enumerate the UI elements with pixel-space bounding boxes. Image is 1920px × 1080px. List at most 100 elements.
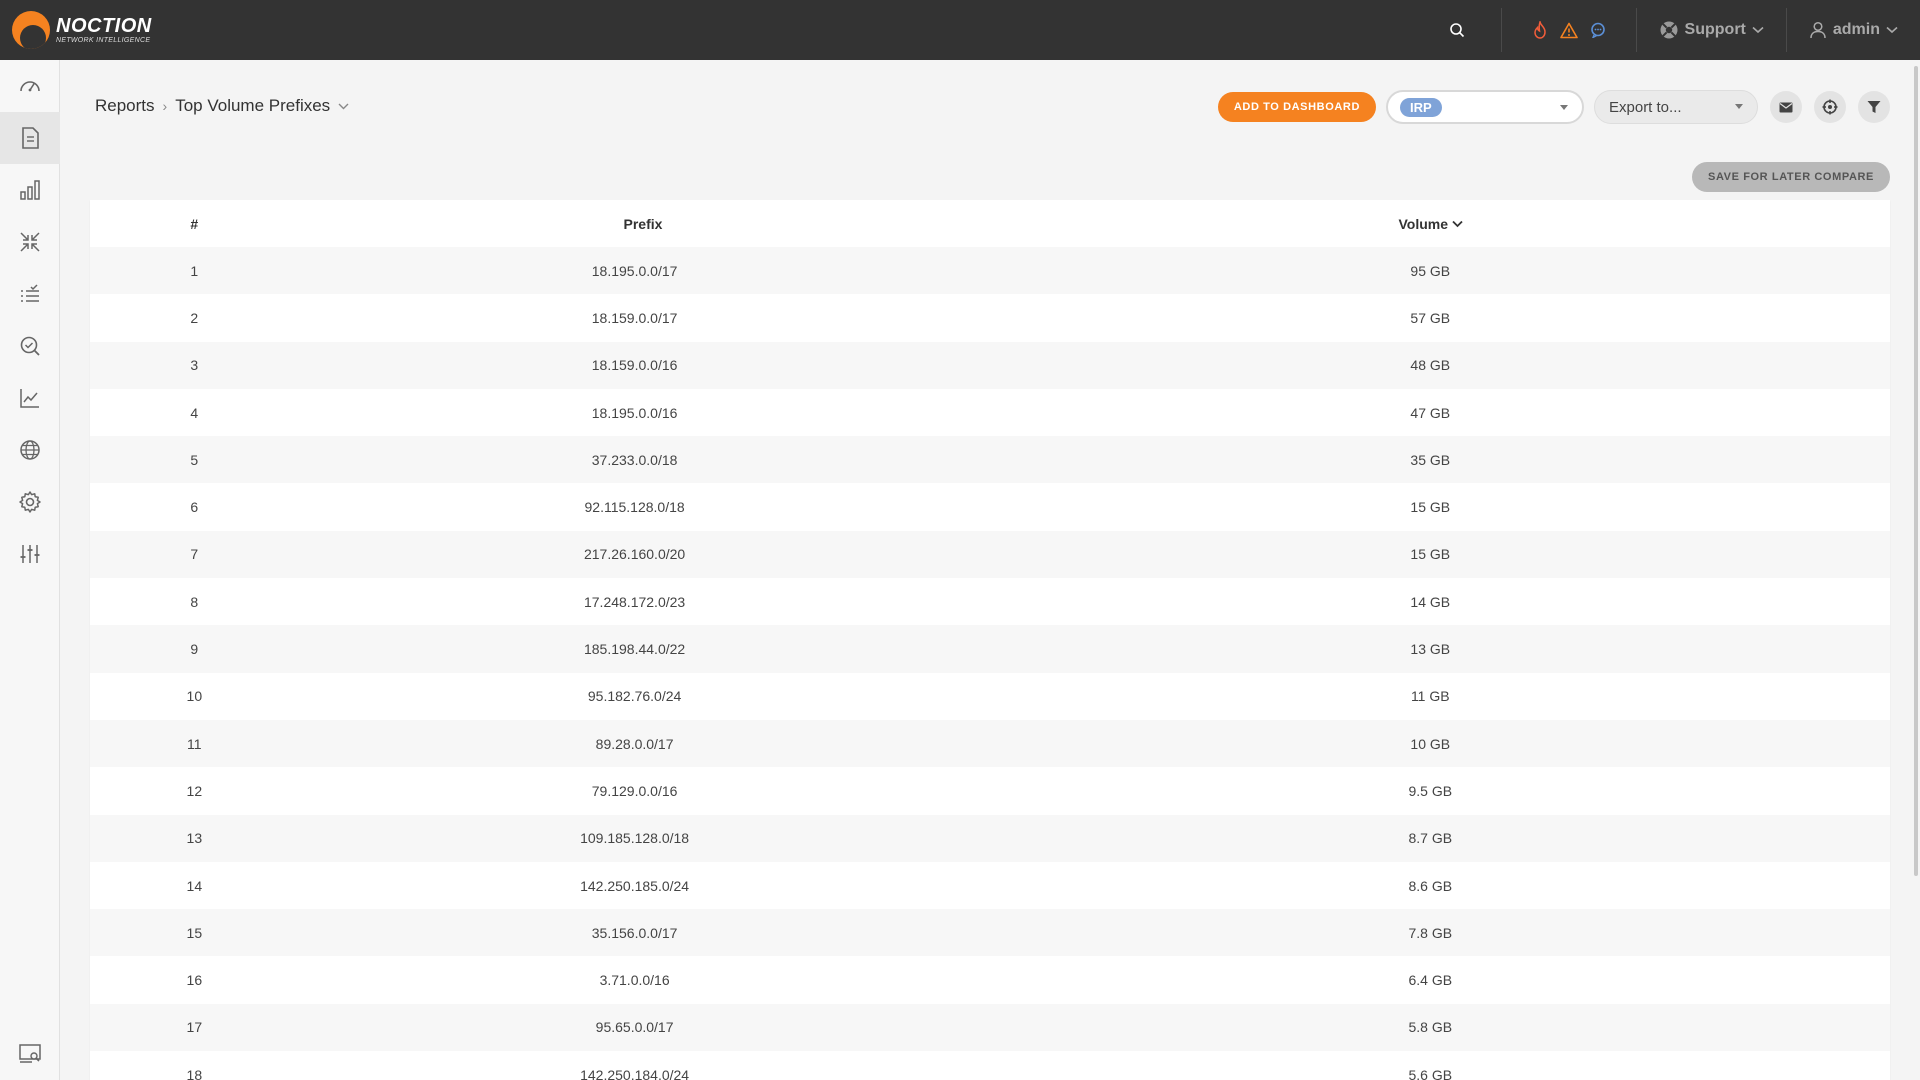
sort-desc-icon: [1452, 220, 1463, 227]
row-volume: 47 GB: [1410, 404, 1451, 421]
row-prefix: 142.250.184.0/24: [580, 1066, 690, 1080]
table-row[interactable]: 2 18.159.0.0/17 57 GB: [90, 294, 1890, 341]
user-icon: [1810, 21, 1826, 39]
row-index: 16: [186, 972, 203, 989]
breadcrumb-separator-icon: ›: [162, 98, 168, 114]
sliders-icon: [20, 545, 40, 563]
sidebar-item-statistics[interactable]: [0, 164, 60, 216]
user-menu[interactable]: admin: [1787, 0, 1920, 60]
row-prefix: 217.26.160.0/20: [583, 546, 686, 563]
row-prefix: 37.233.0.0/18: [591, 451, 678, 468]
report-switcher[interactable]: [338, 103, 349, 110]
add-to-dashboard-button[interactable]: ADD TO DASHBOARD: [1217, 92, 1376, 122]
export-select[interactable]: Export to...: [1594, 90, 1758, 124]
table-row[interactable]: 15 35.156.0.0/17 7.8 GB: [90, 909, 1890, 957]
sidebar-item-dashboard[interactable]: [0, 60, 60, 112]
row-prefix: 89.28.0.0/17: [595, 735, 674, 752]
scrollbar-thumb[interactable]: [1914, 66, 1918, 876]
table-row[interactable]: 13 109.185.128.0/18 8.7 GB: [90, 814, 1890, 862]
page-title: Top Volume Prefixes: [175, 96, 331, 115]
row-prefix: 185.198.44.0/22: [583, 641, 686, 658]
table-row[interactable]: 9 185.198.44.0/22 13 GB: [90, 625, 1890, 673]
sidebar-item-improvements[interactable]: [0, 216, 60, 268]
table-row[interactable]: 1 18.195.0.0/17 95 GB: [90, 247, 1890, 295]
column-header-prefix[interactable]: Prefix: [298, 216, 971, 232]
row-prefix: 79.129.0.0/16: [591, 782, 678, 799]
table-row[interactable]: 10 95.182.76.0/24 11 GB: [90, 673, 1890, 720]
row-prefix: 18.159.0.0/17: [591, 309, 678, 326]
column-header-index[interactable]: #: [90, 216, 298, 232]
chevron-down-icon: [1886, 26, 1898, 34]
table-row[interactable]: 4 18.195.0.0/16 47 GB: [90, 389, 1890, 436]
email-report-button[interactable]: [1770, 91, 1802, 123]
filter-icon: [1867, 101, 1881, 113]
row-volume: 11 GB: [1410, 688, 1450, 705]
table-row[interactable]: 18 142.250.184.0/24 5.6 GB: [90, 1051, 1890, 1080]
speedometer-icon: [20, 81, 40, 92]
sidebar-item-search[interactable]: [0, 320, 60, 372]
user-label: admin: [1832, 21, 1880, 38]
row-prefix: 18.159.0.0/16: [591, 357, 678, 374]
brand-logo[interactable]: NOCTION NETWORK INTELLIGENCE: [12, 0, 152, 60]
table-body: 1 18.195.0.0/17 95 GB 2 18.159.0.0/17 57 GB 3 1…: [90, 247, 1890, 1080]
table-row[interactable]: 3 18.159.0.0/16 48 GB: [90, 341, 1890, 389]
sidebar-item-graphs[interactable]: [0, 372, 60, 424]
table-row[interactable]: 12 79.129.0.0/16 9.5 GB: [90, 767, 1890, 814]
checklist-icon: [21, 284, 39, 302]
sidebar-item-settings[interactable]: [0, 476, 60, 528]
table-row[interactable]: 7 217.26.160.0/20 15 GB: [90, 530, 1890, 579]
table-row[interactable]: 5 37.233.0.0/18 35 GB: [90, 436, 1890, 484]
irp-instance-select[interactable]: IRP: [1386, 90, 1584, 124]
globe-icon: [20, 440, 40, 460]
sidebar-item-reports[interactable]: [0, 112, 60, 164]
crosshair-icon: [1822, 99, 1838, 115]
column-header-volume[interactable]: Volume: [972, 216, 1891, 232]
row-volume: 6.4 GB: [1408, 972, 1453, 989]
sidebar-item-tools[interactable]: [0, 528, 60, 580]
table-row[interactable]: 14 142.250.185.0/24 8.6 GB: [90, 862, 1890, 909]
export-placeholder: Export to...: [1609, 98, 1682, 116]
line-chart-icon: [20, 389, 39, 408]
row-prefix: 35.156.0.0/17: [591, 924, 678, 941]
irp-tag: IRP: [1400, 97, 1442, 117]
table-row[interactable]: 8 17.248.172.0/23 14 GB: [90, 578, 1890, 625]
gear-icon: [19, 491, 41, 513]
sidebar-item-global[interactable]: [0, 424, 60, 476]
search-button[interactable]: [1443, 0, 1471, 60]
row-index: 15: [186, 924, 203, 941]
table-row[interactable]: 11 89.28.0.0/17 10 GB: [90, 719, 1890, 768]
volume-header-label: Volume: [1398, 215, 1449, 232]
row-volume: 15 GB: [1410, 499, 1451, 516]
row-volume: 10 GB: [1410, 735, 1451, 752]
row-volume: 7.8 GB: [1408, 924, 1453, 941]
flame-icon[interactable]: [1532, 21, 1548, 39]
table-row[interactable]: 17 95.65.0.0/17 5.8 GB: [90, 1003, 1890, 1052]
target-button[interactable]: [1814, 91, 1846, 123]
table-row[interactable]: 6 92.115.128.0/18 15 GB: [90, 483, 1890, 530]
row-prefix: 142.250.185.0/24: [580, 877, 690, 894]
warning-icon[interactable]: [1559, 22, 1578, 39]
row-volume: 5.6 GB: [1408, 1066, 1453, 1080]
sidebar-item-events[interactable]: [0, 268, 60, 320]
brand-name: NOCTION: [56, 14, 152, 37]
support-menu[interactable]: Support: [1637, 0, 1786, 60]
support-label: Support: [1684, 21, 1746, 38]
row-prefix: 18.195.0.0/17: [591, 262, 678, 279]
toolbar: ADD TO DASHBOARD IRP Export to...: [1217, 90, 1890, 124]
row-volume: 8.7 GB: [1408, 830, 1453, 847]
table-row[interactable]: 16 3.71.0.0/16 6.4 GB: [90, 956, 1890, 1003]
row-prefix: 17.248.172.0/23: [583, 593, 686, 610]
noction-logo-icon: [12, 11, 50, 49]
top-bar: NOCTION NETWORK INTELLIGENCE Support adm…: [0, 0, 1920, 60]
chat-icon[interactable]: [1590, 22, 1606, 38]
save-for-later-compare-button[interactable]: SAVE FOR LATER COMPARE: [1692, 162, 1890, 192]
sidebar-item-monitor[interactable]: [0, 1028, 60, 1080]
magnifier-check-icon: [20, 336, 40, 356]
row-prefix: 18.195.0.0/16: [591, 404, 678, 421]
row-prefix: 109.185.128.0/18: [580, 830, 690, 847]
breadcrumb-root[interactable]: Reports: [95, 96, 155, 116]
row-prefix: 3.71.0.0/16: [599, 972, 670, 989]
alert-icons: [1502, 0, 1636, 60]
filter-button[interactable]: [1858, 91, 1890, 123]
row-volume: 95 GB: [1410, 262, 1451, 279]
